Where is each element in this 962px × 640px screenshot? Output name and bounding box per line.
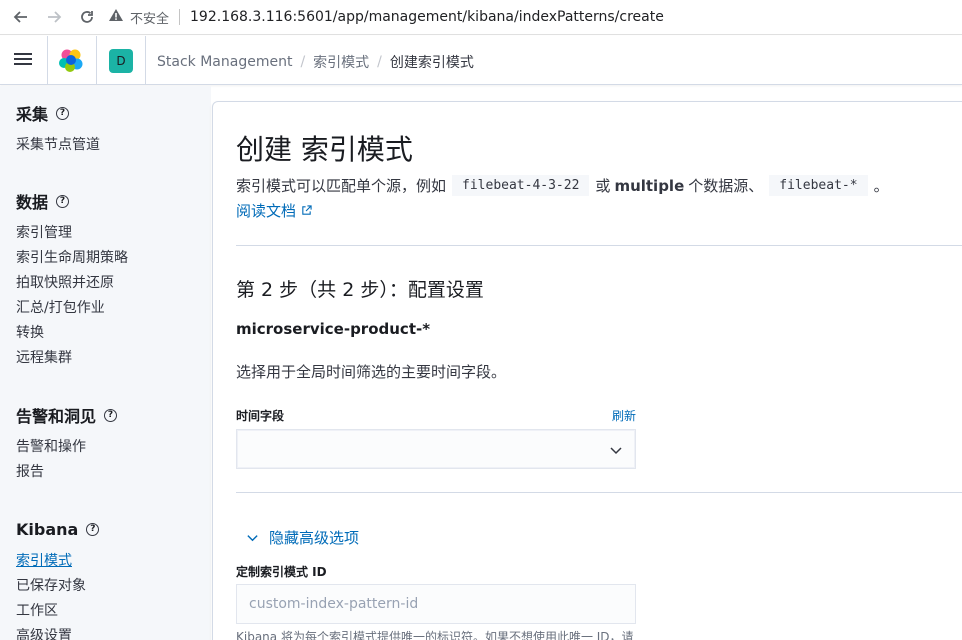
sidebar-item-remote-clusters[interactable]: 远程集群 xyxy=(16,346,128,371)
help-icon[interactable]: ? xyxy=(56,106,70,120)
sidebar-item-index-management[interactable]: 索引管理 xyxy=(16,221,128,246)
back-arrow-icon[interactable] xyxy=(10,6,32,28)
forward-arrow-icon[interactable] xyxy=(43,6,65,28)
sidebar-item-transforms[interactable]: 转换 xyxy=(16,321,128,346)
description-text: 索引模式可以匹配单个源，例如 xyxy=(236,177,447,195)
reload-icon[interactable] xyxy=(76,6,98,28)
chevron-down-icon xyxy=(246,531,259,544)
hamburger-menu-icon[interactable] xyxy=(14,51,34,71)
breadcrumb-separator: / xyxy=(377,54,382,70)
sidebar-section-data: 数据 ? 索引管理 索引生命周期策略 拍取快照并还原 汇总/打包作业 转换 远程… xyxy=(16,190,128,371)
sidebar-section-ingest: 采集 ? 采集节点管道 xyxy=(16,102,100,158)
time-field-help-text: 选择用于全局时间筛选的主要时间字段。 xyxy=(236,363,507,381)
sidebar-item-spaces[interactable]: 工作区 xyxy=(16,599,99,624)
sidebar-item-reporting[interactable]: 报告 xyxy=(16,460,117,485)
header-divider xyxy=(96,36,97,85)
code-example: filebeat-* xyxy=(769,175,868,196)
sidebar-section-title: 告警和洞见 xyxy=(16,407,97,426)
help-icon[interactable]: ? xyxy=(56,194,70,208)
section-divider xyxy=(236,245,962,246)
elastic-logo-icon[interactable] xyxy=(58,48,84,74)
custom-id-help-text: Kibana 将为每个索引模式提供唯一的标识符。如果不想使用此唯一 ID，请 xyxy=(236,630,634,640)
toggle-advanced-label[interactable]: 隐藏高级选项 xyxy=(269,527,359,548)
custom-index-pattern-id-input[interactable]: custom-index-pattern-id xyxy=(236,584,636,624)
index-pattern-name: microservice-product-* xyxy=(236,320,431,338)
breadcrumb-stack-management[interactable]: Stack Management xyxy=(157,54,292,70)
space-avatar[interactable]: D xyxy=(109,49,133,73)
insecure-label: 不安全 xyxy=(130,11,170,27)
kibana-header: D Stack Management / 索引模式 / 创建索引模式 xyxy=(0,36,962,85)
breadcrumb-separator: / xyxy=(300,54,306,70)
sidebar-item-advanced-settings[interactable]: 高级设置 xyxy=(16,624,99,640)
time-field-select[interactable] xyxy=(236,429,636,469)
breadcrumb-create-index-pattern: 创建索引模式 xyxy=(389,55,474,71)
time-field-label: 时间字段 xyxy=(236,409,285,423)
address-bar[interactable]: 不安全 192.168.3.116:5601/app/management/ki… xyxy=(108,4,664,30)
management-sidebar: 采集 ? 采集节点管道 数据 ? 索引管理 索引生命周期策略 拍取快照并还原 汇… xyxy=(0,86,211,640)
sidebar-section-title: 数据 xyxy=(16,193,49,212)
custom-id-label: 定制索引模式 ID xyxy=(236,565,327,579)
url-text[interactable]: 192.168.3.116:5601/app/management/kibana… xyxy=(190,9,664,25)
address-separator xyxy=(179,9,181,25)
page-description: 索引模式可以匹配单个源，例如 filebeat-4-3-22 或 multipl… xyxy=(236,175,889,196)
page-title: 创建 索引模式 xyxy=(236,133,413,166)
sidebar-section-title: Kibana xyxy=(16,519,79,539)
description-text: 。 xyxy=(873,177,889,195)
sidebar-item-ingest-pipelines[interactable]: 采集节点管道 xyxy=(16,133,100,158)
breadcrumb-index-patterns[interactable]: 索引模式 xyxy=(313,52,369,72)
step-title: 第 2 步（共 2 步）：配置设置 xyxy=(236,279,484,301)
sidebar-section-kibana: Kibana ? 索引模式 已保存对象 工作区 高级设置 xyxy=(16,518,100,640)
description-text: 个数据源、 xyxy=(688,177,764,195)
browser-toolbar: 不安全 192.168.3.116:5601/app/management/ki… xyxy=(0,0,962,35)
code-example: filebeat-4-3-22 xyxy=(452,175,590,196)
sidebar-item-saved-objects[interactable]: 已保存对象 xyxy=(16,574,99,599)
description-text: 或 xyxy=(595,177,611,195)
sidebar-section-title: 采集 xyxy=(16,105,49,124)
chevron-down-icon xyxy=(609,442,623,461)
section-divider xyxy=(236,492,962,493)
refresh-link[interactable]: 刷新 xyxy=(612,407,636,424)
header-divider xyxy=(145,36,146,85)
external-link-icon xyxy=(301,205,312,216)
sidebar-item-index-patterns[interactable]: 索引模式 xyxy=(16,549,99,574)
breadcrumb: Stack Management / 索引模式 / 创建索引模式 xyxy=(157,52,474,72)
help-icon[interactable]: ? xyxy=(86,522,100,536)
sidebar-item-rollup-jobs[interactable]: 汇总/打包作业 xyxy=(16,296,128,321)
sidebar-item-ilm-policies[interactable]: 索引生命周期策略 xyxy=(16,246,128,271)
header-divider xyxy=(47,36,48,85)
sidebar-section-alerts: 告警和洞见 ? 告警和操作 报告 xyxy=(16,404,118,485)
read-docs-label[interactable]: 阅读文档 xyxy=(236,200,296,221)
toggle-advanced-options[interactable]: 隐藏高级选项 xyxy=(246,527,359,548)
help-icon[interactable]: ? xyxy=(104,408,118,422)
read-docs-link[interactable]: 阅读文档 xyxy=(236,200,312,221)
sidebar-item-alerts-actions[interactable]: 告警和操作 xyxy=(16,435,117,460)
sidebar-item-snapshot-restore[interactable]: 拍取快照并还原 xyxy=(16,271,128,296)
description-bold: multiple xyxy=(614,176,685,195)
warning-icon xyxy=(108,8,124,26)
